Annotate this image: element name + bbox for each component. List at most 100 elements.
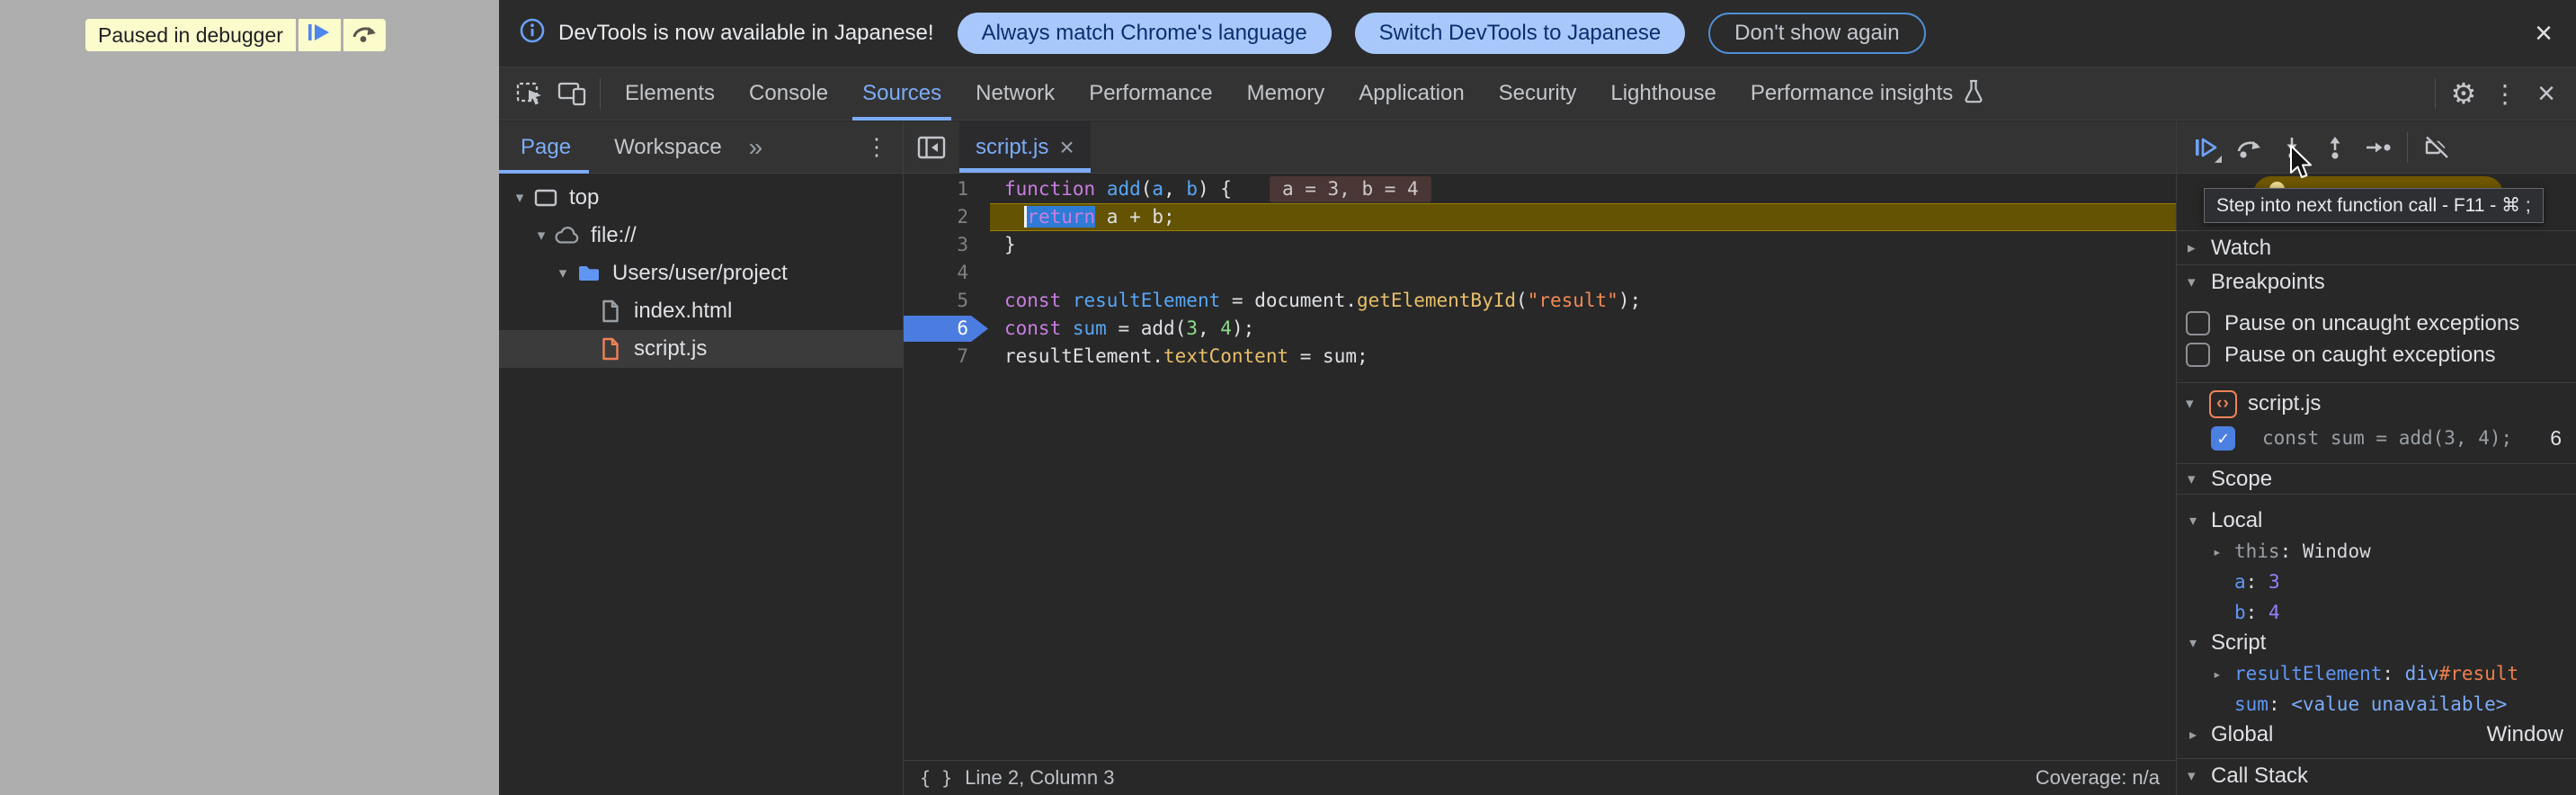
debugger-toolbar <box>2177 121 2576 174</box>
scope-global-group[interactable]: ▸ Global Window <box>2177 719 2576 750</box>
code-line: 7 resultElement.textContent = sum; <box>904 343 2176 371</box>
caret-down-icon: ▾ <box>2188 470 2211 488</box>
dont-show-again-button[interactable]: Don't show again <box>1708 13 1925 54</box>
file-tree: ▾ top ▾ file:// ▾ <box>499 174 903 368</box>
tab-lighthouse[interactable]: Lighthouse <box>1593 67 1733 121</box>
scope-item-a[interactable]: a: 3 <box>2177 567 2576 597</box>
line-number-gutter[interactable]: 2 <box>904 203 990 231</box>
tab-page[interactable]: Page <box>499 121 593 174</box>
sources-panel: Page Workspace » ⋮ ▾ top ▾ <box>499 121 2576 795</box>
step-button[interactable] <box>2357 126 2400 169</box>
resume-icon <box>306 22 333 49</box>
pause-caught-exceptions-row[interactable]: Pause on caught exceptions <box>2177 339 2576 371</box>
close-tab-icon[interactable]: × <box>1059 135 1074 160</box>
breakpoint-badge[interactable]: 6 <box>904 315 990 343</box>
step-over-button-banner[interactable] <box>343 19 386 51</box>
toolbar-right-controls: ⚙ ⋮ × <box>2428 73 2576 114</box>
device-toolbar-icon[interactable] <box>551 73 593 114</box>
editor-pane: script.js × 1 function add(a, b) {a = 3,… <box>904 121 2176 795</box>
debugger-sidebar: Step into next function call - F11 - ⌘ ;… <box>2176 121 2576 795</box>
caret-down-icon[interactable]: ▾ <box>553 264 573 282</box>
screen: Paused in debugger DevTools is now avail… <box>0 0 2576 795</box>
breakpoint-file-row[interactable]: ▾ ‹› script.js <box>2177 387 2576 421</box>
devtools-close-icon[interactable]: × <box>2526 73 2567 114</box>
line-number-gutter[interactable]: 4 <box>904 259 990 287</box>
tree-item-script-js[interactable]: script.js <box>499 330 903 368</box>
step-over-button[interactable] <box>2227 126 2270 169</box>
switch-to-japanese-button[interactable]: Switch DevTools to Japanese <box>1355 13 1686 54</box>
checkbox-unchecked[interactable] <box>2186 343 2210 367</box>
more-options-icon[interactable]: ⋮ <box>2484 73 2526 114</box>
match-chrome-language-button[interactable]: Always match Chrome's language <box>958 13 1332 54</box>
code-line: 4 <box>904 259 2176 287</box>
infobar-message: DevTools is now available in Japanese! <box>558 21 934 46</box>
tab-sources[interactable]: Sources <box>845 67 958 121</box>
inspect-element-icon[interactable] <box>510 73 551 114</box>
resume-script-button[interactable] <box>299 19 341 51</box>
tab-elements[interactable]: Elements <box>608 67 732 121</box>
tab-performance-insights[interactable]: Performance insights <box>1734 67 2001 121</box>
navigator-menu-icon[interactable]: ⋮ <box>865 133 888 161</box>
tree-item-file-scheme[interactable]: ▾ file:// <box>499 217 903 255</box>
frame-icon <box>531 187 560 209</box>
tab-application[interactable]: Application <box>1341 67 1481 121</box>
checkbox-unchecked[interactable] <box>2186 311 2210 335</box>
caret-right-icon: ▸ <box>2188 239 2211 257</box>
step-into-button[interactable] <box>2270 126 2313 169</box>
checkbox-checked[interactable]: ✓ <box>2211 426 2235 451</box>
step-into-tooltip: Step into next function call - F11 - ⌘ ; <box>2204 188 2544 223</box>
scope-section-header[interactable]: ▾ Scope <box>2177 463 2576 495</box>
tree-item-top[interactable]: ▾ top <box>499 179 903 217</box>
code-editor[interactable]: 1 function add(a, b) {a = 3, b = 4 2 ret… <box>904 174 2176 760</box>
folder-icon <box>575 263 603 284</box>
caret-down-icon: ▾ <box>2186 395 2209 413</box>
language-infobar: DevTools is now available in Japanese! A… <box>499 0 2576 67</box>
scope-item-this[interactable]: ▸ this: Window <box>2177 536 2576 567</box>
tab-performance[interactable]: Performance <box>1072 67 1229 121</box>
exception-options: Pause on uncaught exceptions Pause on ca… <box>2177 299 2576 383</box>
resume-dropdown-corner <box>2215 156 2222 163</box>
more-tabs-icon[interactable]: » <box>744 133 769 162</box>
tree-item-label: file:// <box>591 223 637 248</box>
scope-item-result-element[interactable]: ▸ resultElement: div#result <box>2177 658 2576 689</box>
code-line: 5 const resultElement = document.getElem… <box>904 287 2176 315</box>
breakpoint-entry-row[interactable]: ✓ const sum = add(3, 4); 6 <box>2177 421 2576 455</box>
line-number-gutter[interactable]: 1 <box>904 175 990 203</box>
caret-down-icon[interactable]: ▾ <box>510 189 530 207</box>
tree-item-label: script.js <box>634 336 707 362</box>
tree-item-index-html[interactable]: index.html <box>499 292 903 330</box>
line-number-gutter[interactable]: 5 <box>904 287 990 315</box>
scope-local-group[interactable]: ▾ Local <box>2177 505 2576 536</box>
pause-uncaught-exceptions-row[interactable]: Pause on uncaught exceptions <box>2177 308 2576 339</box>
deactivate-breakpoints-button[interactable] <box>2415 126 2458 169</box>
caret-right-icon: ▸ <box>2213 665 2234 683</box>
toggle-navigator-icon[interactable] <box>904 121 959 173</box>
pretty-print-icon[interactable]: { } <box>920 767 952 789</box>
call-stack-section-header[interactable]: ▾ Call Stack <box>2177 758 2576 792</box>
scope-script-group[interactable]: ▾ Script <box>2177 628 2576 658</box>
tab-memory[interactable]: Memory <box>1230 67 1342 121</box>
tab-workspace[interactable]: Workspace <box>593 121 744 174</box>
line-number-gutter[interactable]: 7 <box>904 343 990 371</box>
caret-down-icon[interactable]: ▾ <box>531 227 551 245</box>
scope-item-sum[interactable]: sum: <value unavailable> <box>2177 689 2576 719</box>
settings-gear-icon[interactable]: ⚙ <box>2443 73 2484 114</box>
infobar-close-icon[interactable]: × <box>2535 18 2553 49</box>
script-file-icon: ‹› <box>2209 390 2237 418</box>
resume-button[interactable] <box>2184 126 2227 169</box>
breakpoints-section-header[interactable]: ▾ Breakpoints <box>2177 264 2576 299</box>
tab-network[interactable]: Network <box>958 67 1072 121</box>
step-out-button[interactable] <box>2313 126 2357 169</box>
breakpoint-line-number: 6 <box>2550 426 2576 451</box>
tab-security[interactable]: Security <box>1482 67 1594 121</box>
inline-values-widget: a = 3, b = 4 <box>1270 176 1431 202</box>
tree-item-project-folder[interactable]: ▾ Users/user/project <box>499 255 903 292</box>
watch-section-header[interactable]: ▸ Watch <box>2177 230 2576 264</box>
paused-in-debugger-banner: Paused in debugger <box>85 19 386 51</box>
editor-tab-script-js[interactable]: script.js × <box>959 121 1091 173</box>
code-line-with-breakpoint: 6 const sum = add(3, 4); <box>904 315 2176 343</box>
tab-console[interactable]: Console <box>732 67 845 121</box>
scope-global-value: Window <box>2487 722 2576 747</box>
line-number-gutter[interactable]: 3 <box>904 231 990 259</box>
scope-item-b[interactable]: b: 4 <box>2177 597 2576 628</box>
